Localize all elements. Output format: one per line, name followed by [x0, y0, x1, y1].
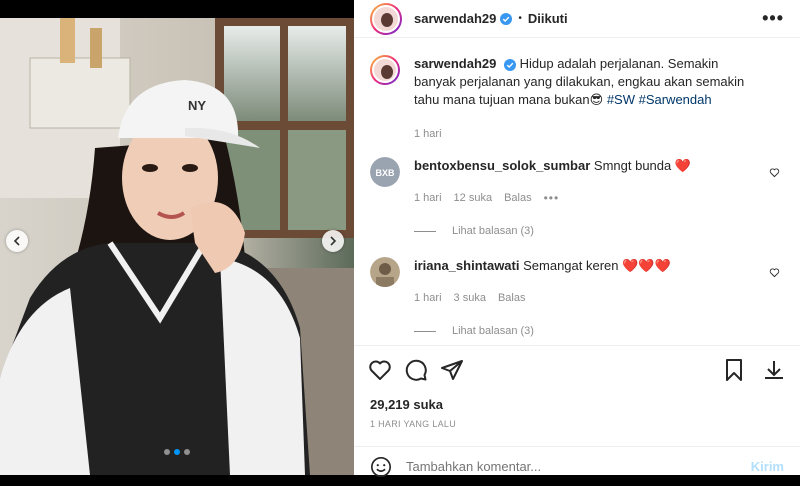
caption-time[interactable]: 1 hari: [414, 125, 442, 143]
action-bar: [354, 345, 800, 393]
author-username[interactable]: sarwendah29: [414, 11, 496, 26]
smiley-icon[interactable]: [370, 456, 392, 478]
comment-item: BXB bentoxbensu_solok_sumbar Smngt bunda…: [370, 157, 784, 207]
post-media: NY: [0, 0, 354, 475]
add-comment-bar: Kirim: [354, 446, 800, 486]
comment-input[interactable]: [406, 459, 751, 474]
comment-text: Semangat keren: [523, 258, 619, 273]
commenter-avatar[interactable]: BXB: [370, 157, 400, 187]
comment-item: iriana_shintawati Semangat keren ❤️❤️❤️ …: [370, 257, 784, 307]
comment-hearts: ❤️: [674, 158, 692, 173]
comment-text: Smngt bunda: [593, 158, 672, 173]
reply-button[interactable]: Balas: [504, 189, 532, 207]
caption-hashtags[interactable]: #SW #Sarwendah: [607, 92, 712, 107]
view-replies-label: Lihat balasan (3): [452, 225, 534, 237]
view-replies-label: Lihat balasan (3): [452, 325, 534, 337]
paper-plane-icon[interactable]: [440, 358, 464, 382]
bookmark-icon[interactable]: [722, 358, 746, 382]
post-timestamp: 1 HARI YANG LALU: [370, 419, 456, 429]
carousel-dot: [184, 449, 190, 455]
comment-like-heart-icon[interactable]: [769, 267, 780, 278]
comment-icon[interactable]: [404, 358, 428, 382]
post-side-panel: sarwendah29 • Diikuti ••• sarwendah29 Hi…: [354, 0, 800, 477]
avatar[interactable]: [370, 55, 400, 85]
comment-username[interactable]: bentoxbensu_solok_sumbar: [414, 158, 590, 173]
commenter-avatar[interactable]: [370, 257, 400, 287]
heart-icon[interactable]: [368, 358, 392, 382]
carousel-indicator: [0, 449, 354, 455]
caption-username[interactable]: sarwendah29: [414, 56, 496, 71]
like-count[interactable]: 29,219 suka: [370, 397, 443, 412]
comment-hearts: ❤️❤️❤️: [622, 258, 671, 273]
carousel-dot: [164, 449, 170, 455]
comment-likes[interactable]: 3 suka: [454, 289, 486, 307]
comments-list: sarwendah29 Hidup adalah perjalanan. Sem…: [354, 39, 800, 344]
post-comment-button[interactable]: Kirim: [751, 459, 784, 474]
post-header: sarwendah29 • Diikuti •••: [354, 0, 800, 38]
svg-text:BXB: BXB: [375, 168, 395, 178]
post-photo: NY: [0, 18, 354, 475]
comment-time[interactable]: 1 hari: [414, 189, 442, 207]
svg-text:NY: NY: [188, 98, 206, 113]
comment-time[interactable]: 1 hari: [414, 289, 442, 307]
download-icon[interactable]: [762, 358, 786, 382]
carousel-dot-active: [174, 449, 180, 455]
caption: sarwendah29 Hidup adalah perjalanan. Sem…: [370, 55, 784, 143]
chevron-left-icon: [13, 236, 20, 246]
carousel-next-button[interactable]: [322, 230, 344, 252]
comment-username[interactable]: iriana_shintawati: [414, 258, 519, 273]
carousel-prev-button[interactable]: [6, 230, 28, 252]
view-replies-button[interactable]: Lihat balasan (3): [414, 325, 784, 337]
comment-options-icon[interactable]: •••: [544, 189, 560, 207]
instagram-post-modal: NY sarwendah29 • Diikuti ••• sarwendah29…: [0, 0, 800, 477]
comment-like-heart-icon[interactable]: [769, 167, 780, 178]
avatar[interactable]: [370, 2, 402, 35]
reply-button[interactable]: Balas: [498, 289, 526, 307]
verified-badge-icon: [500, 12, 513, 25]
verified-badge-icon: [504, 58, 516, 71]
follow-status-button[interactable]: Diikuti: [528, 11, 568, 26]
separator-dot: •: [518, 13, 522, 24]
more-options-icon[interactable]: •••: [762, 8, 784, 29]
comment-likes[interactable]: 12 suka: [454, 189, 493, 207]
chevron-right-icon: [330, 236, 337, 246]
view-replies-button[interactable]: Lihat balasan (3): [414, 225, 784, 237]
